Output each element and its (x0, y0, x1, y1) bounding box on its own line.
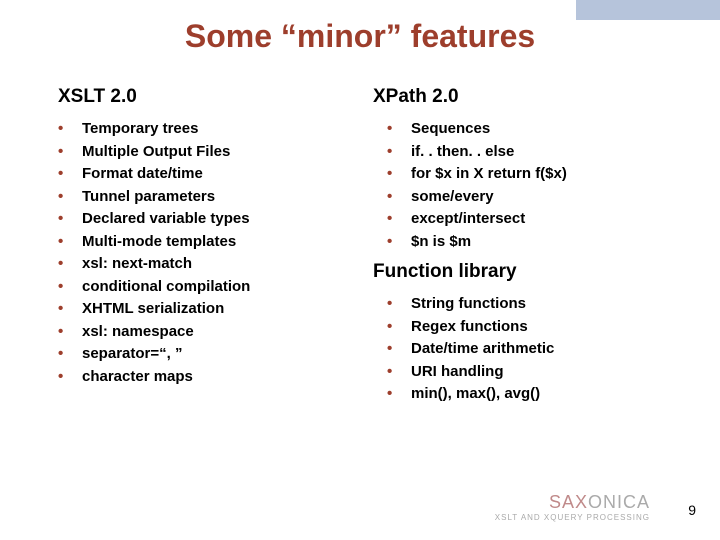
bullet-icon: • (387, 383, 411, 406)
left-heading: XSLT 2.0 (58, 86, 353, 108)
list-item: •Multiple Output Files (58, 141, 353, 164)
list-item: •conditional compilation (58, 276, 353, 299)
bullet-icon: • (387, 338, 411, 361)
right-heading-1: Function library (373, 261, 668, 283)
list-item: •$n is $m (373, 231, 668, 254)
list-item: •separator=“, ” (58, 343, 353, 366)
bullet-icon: • (387, 141, 411, 164)
right-list-0: •Sequences •if. . then. . else •for $x i… (373, 118, 668, 253)
list-item: •Format date/time (58, 163, 353, 186)
list-item: •Date/time arithmetic (373, 338, 668, 361)
decor-band (576, 0, 720, 20)
list-item: •character maps (58, 366, 353, 389)
list-item: •Sequences (373, 118, 668, 141)
left-list: •Temporary trees •Multiple Output Files … (58, 118, 353, 388)
left-column: XSLT 2.0 •Temporary trees •Multiple Outp… (58, 86, 353, 414)
bullet-icon: • (387, 316, 411, 339)
bullet-icon: • (387, 208, 411, 231)
bullet-icon: • (58, 321, 82, 344)
bullet-icon: • (58, 253, 82, 276)
list-item: •xsl: namespace (58, 321, 353, 344)
bullet-icon: • (58, 276, 82, 299)
bullet-icon: • (387, 118, 411, 141)
list-item: •some/every (373, 186, 668, 209)
right-column: XPath 2.0 •Sequences •if. . then. . else… (373, 86, 668, 414)
bullet-icon: • (58, 118, 82, 141)
bullet-icon: • (58, 298, 82, 321)
logo-subtext: XSLT AND XQUERY PROCESSING (495, 513, 650, 522)
list-item: •min(), max(), avg() (373, 383, 668, 406)
bullet-icon: • (58, 208, 82, 231)
bullet-icon: • (387, 163, 411, 186)
bullet-icon: • (58, 186, 82, 209)
list-item: •Temporary trees (58, 118, 353, 141)
list-item: •xsl: next-match (58, 253, 353, 276)
content-columns: XSLT 2.0 •Temporary trees •Multiple Outp… (58, 86, 668, 414)
list-item: •Tunnel parameters (58, 186, 353, 209)
list-item: •XHTML serialization (58, 298, 353, 321)
bullet-icon: • (387, 186, 411, 209)
bullet-icon: • (58, 141, 82, 164)
bullet-icon: • (58, 366, 82, 389)
slide: Some “minor” features XSLT 2.0 •Temporar… (0, 0, 720, 540)
bullet-icon: • (58, 163, 82, 186)
list-item: •for $x in X return f($x) (373, 163, 668, 186)
list-item: •except/intersect (373, 208, 668, 231)
slide-title: Some “minor” features (0, 18, 720, 55)
bullet-icon: • (387, 293, 411, 316)
list-item: •Declared variable types (58, 208, 353, 231)
bullet-icon: • (387, 231, 411, 254)
bullet-icon: • (387, 361, 411, 384)
list-item: •Multi-mode templates (58, 231, 353, 254)
list-item: •URI handling (373, 361, 668, 384)
logo-text: SAXONICA (495, 492, 650, 513)
list-item: •if. . then. . else (373, 141, 668, 164)
bullet-icon: • (58, 343, 82, 366)
right-heading-0: XPath 2.0 (373, 86, 668, 108)
bullet-icon: • (58, 231, 82, 254)
list-item: •Regex functions (373, 316, 668, 339)
list-item: •String functions (373, 293, 668, 316)
right-list-1: •String functions •Regex functions •Date… (373, 293, 668, 406)
logo: SAXONICA XSLT AND XQUERY PROCESSING (495, 492, 650, 522)
page-number: 9 (688, 502, 696, 518)
